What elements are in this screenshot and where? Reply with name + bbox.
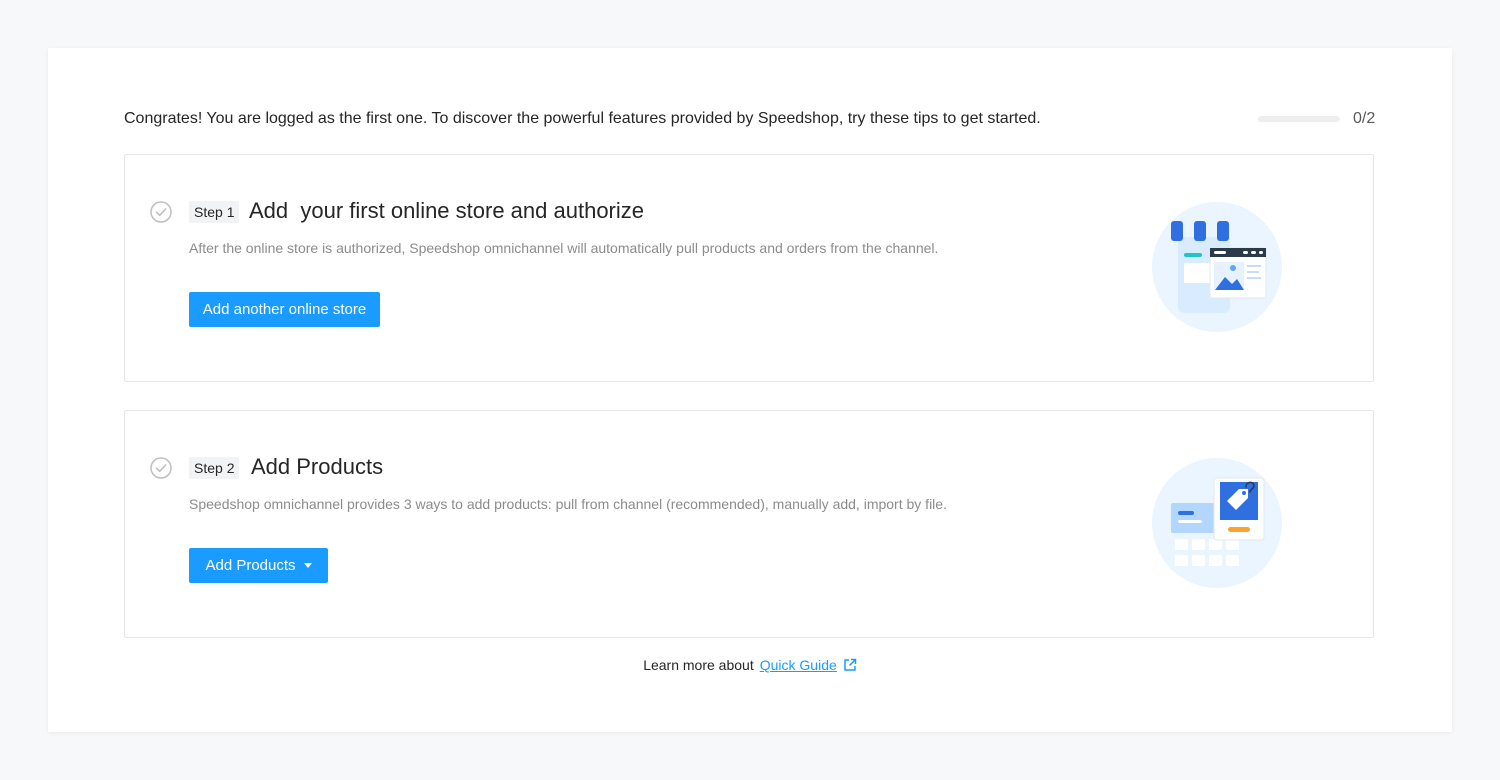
getting-started-panel: Congrates! You are logged as the first o… (48, 48, 1452, 732)
footer-text: Learn more about (643, 657, 754, 673)
progress-bar (1258, 116, 1340, 122)
progress-indicator: 0/2 (1258, 110, 1375, 128)
step-description: After the online store is authorized, Sp… (189, 240, 939, 256)
external-link-icon[interactable] (843, 658, 857, 672)
progress-count: 0/2 (1353, 110, 1376, 127)
check-circle-icon (150, 457, 172, 479)
step-title: Add your first online store and authoriz… (249, 198, 645, 223)
step-title: Add Products (251, 454, 384, 479)
step-card-2: Step 2 Add Products Speedshop omnichanne… (124, 410, 1374, 638)
add-online-store-button-label: Add another online store (202, 301, 367, 318)
add-online-store-button[interactable]: Add another online store (189, 292, 380, 327)
check-circle-icon (150, 201, 172, 223)
step-tag: Step 2 (189, 457, 240, 479)
products-illustration (1152, 458, 1282, 588)
intro-text: Congrates! You are logged as the first o… (124, 110, 1041, 127)
step-description: Speedshop omnichannel provides 3 ways to… (189, 496, 947, 512)
add-products-dropdown-button[interactable]: Add Products (189, 548, 328, 583)
add-products-button-label: Add Products (205, 557, 296, 574)
quick-guide-link[interactable]: Quick Guide (760, 657, 837, 673)
online-store-illustration (1152, 202, 1282, 332)
caret-down-icon (303, 563, 312, 568)
footer-learn-more: Learn more about Quick Guide (0, 657, 1500, 673)
step-card-1: Step 1 Add your first online store and a… (124, 154, 1374, 382)
step-tag: Step 1 (189, 201, 240, 223)
